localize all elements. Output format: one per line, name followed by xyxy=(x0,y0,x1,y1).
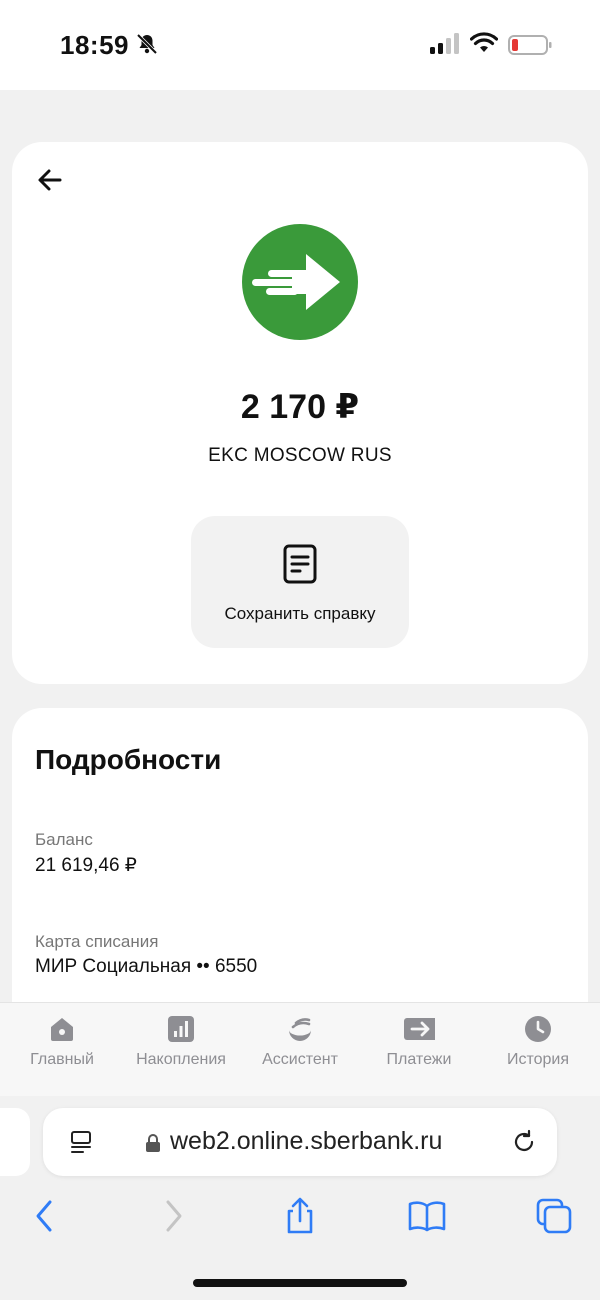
tab-history[interactable]: История xyxy=(478,1003,598,1096)
status-time: 18:59 xyxy=(60,30,129,60)
browser-toolbar: web2.online.sberbank.ru xyxy=(0,1096,600,1300)
forward-icon[interactable] xyxy=(154,1196,194,1236)
tab-savings[interactable]: Накопления xyxy=(121,1003,241,1096)
lock-icon xyxy=(146,1134,160,1152)
bookmarks-icon[interactable] xyxy=(407,1196,447,1236)
home-icon xyxy=(51,1018,73,1041)
tab-assistant-label: Ассистент xyxy=(262,1051,338,1068)
balance-label: Баланс xyxy=(35,830,93,849)
details-title: Подробности xyxy=(35,744,222,775)
reload-icon[interactable] xyxy=(511,1129,537,1155)
tab-payments[interactable]: Платежи xyxy=(359,1003,479,1096)
card-value: МИР Социальная •• 6550 xyxy=(35,956,258,977)
transaction-amount: 2 170 ₽ xyxy=(240,388,360,426)
tab-home-label: Главный xyxy=(30,1051,94,1068)
address-bar[interactable]: web2.online.sberbank.ru xyxy=(43,1108,557,1176)
payments-icon xyxy=(404,1018,435,1040)
tabs-icon[interactable] xyxy=(534,1196,574,1236)
back-icon[interactable] xyxy=(24,1196,64,1236)
bell-slash-icon xyxy=(136,33,158,55)
document-icon xyxy=(283,544,317,584)
back-arrow-icon[interactable] xyxy=(34,164,66,196)
merchant-name: EKC MOSCOW RUS xyxy=(208,445,392,466)
save-certificate-label: Сохранить справку xyxy=(224,604,376,623)
clock-icon xyxy=(525,1016,551,1042)
previous-tab-preview[interactable] xyxy=(0,1108,30,1176)
balance-value: 21 619,46 ₽ xyxy=(35,855,137,876)
tab-payments-label: Платежи xyxy=(386,1051,452,1068)
save-certificate-button[interactable]: Сохранить справку xyxy=(191,516,409,648)
home-indicator xyxy=(193,1279,407,1287)
url-text: web2.online.sberbank.ru xyxy=(170,1127,443,1155)
status-bar: 18:59 xyxy=(0,0,600,90)
transaction-card: 2 170 ₽ EKC MOSCOW RUS Сохранить справку xyxy=(12,142,588,684)
bottom-tab-bar: Главный Накопления Ассистент Платежи Ист… xyxy=(0,1002,600,1096)
page-menu-icon[interactable] xyxy=(69,1130,93,1154)
battery-low-icon xyxy=(508,35,552,55)
tab-assistant[interactable]: Ассистент xyxy=(240,1003,360,1096)
card-label: Карта списания xyxy=(35,932,159,951)
share-icon[interactable] xyxy=(280,1196,320,1236)
transfer-arrow-icon xyxy=(252,254,340,310)
tab-history-label: История xyxy=(506,1051,570,1068)
wifi-icon xyxy=(470,32,498,52)
signal-icon xyxy=(430,33,459,54)
tab-home[interactable]: Главный xyxy=(2,1003,122,1096)
tab-savings-label: Накопления xyxy=(136,1051,226,1068)
merchant-logo xyxy=(242,224,358,340)
assistant-icon xyxy=(289,1018,311,1041)
chart-icon xyxy=(168,1016,194,1042)
